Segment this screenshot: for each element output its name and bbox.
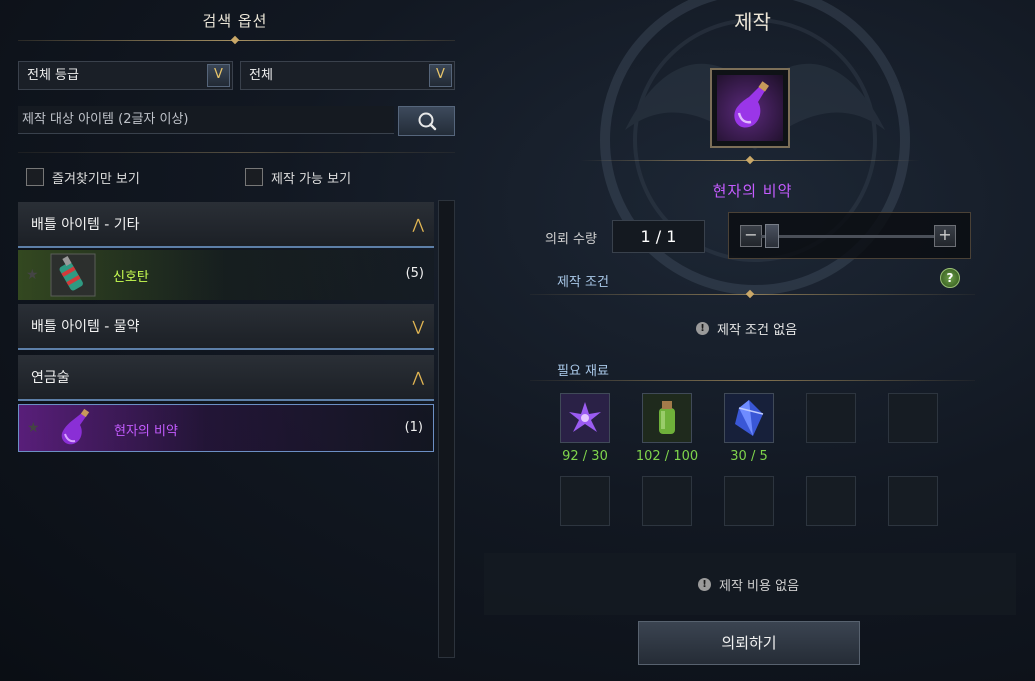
condition-info: ! 제작 조건 없음 — [696, 319, 797, 338]
favorites-only-label: 즐겨찾기만 보기 — [52, 171, 140, 187]
recipe-item-name: 신호탄 — [113, 270, 149, 285]
chevron-up-icon: ⋀ — [412, 370, 424, 386]
material-slot-empty — [806, 476, 856, 526]
chevron-down-icon: ⋁ — [412, 319, 424, 335]
recipe-item-count: (5) — [405, 266, 424, 281]
condition-label: 제작 조건 — [557, 275, 609, 290]
material-slot-empty — [806, 393, 856, 443]
recipe-list-scrollbar[interactable] — [438, 200, 455, 658]
info-icon: ! — [698, 578, 711, 591]
material-slot-empty — [642, 476, 692, 526]
slider-handle[interactable] — [765, 224, 779, 248]
material-slot-empty — [888, 393, 938, 443]
recipe-item-name: 현자의 비약 — [114, 424, 178, 439]
product-name: 현자의 비약 — [712, 182, 793, 200]
info-icon: ! — [696, 322, 709, 335]
cost-text: 제작 비용 없음 — [719, 579, 800, 594]
search-options-title: 검색 옵션 — [202, 12, 268, 30]
purple-flower-icon — [561, 394, 609, 442]
materials-label: 필요 재료 — [557, 364, 609, 379]
craft-panel: 제작 현자의 비약 의뢰 수량 1 / 1 − + 제작 조건 ? ! 제작 조… — [470, 0, 1035, 681]
chevron-down-icon[interactable]: V — [429, 64, 452, 87]
category-label: 연금술 — [31, 370, 70, 386]
chevron-up-icon: ⋀ — [412, 217, 424, 233]
quantity-label: 의뢰 수량 — [545, 232, 597, 247]
recipe-item-signal-flare[interactable]: ★ 신호탄 (5) — [18, 250, 434, 300]
materials-divider — [530, 380, 975, 381]
category-label: 배틀 아이템 - 기타 — [31, 217, 140, 233]
condition-text: 제작 조건 없음 — [717, 323, 798, 338]
blue-crystal-icon — [725, 394, 773, 442]
increase-button[interactable]: + — [934, 225, 956, 247]
divider-ornament — [230, 35, 240, 45]
signal-flare-icon — [50, 253, 96, 297]
purple-potion-icon — [717, 75, 783, 141]
product-icon-frame — [710, 68, 790, 148]
help-icon[interactable]: ? — [940, 268, 960, 288]
craftable-only-checkbox[interactable]: 제작 가능 보기 — [245, 166, 351, 188]
chevron-down-icon[interactable]: V — [207, 64, 230, 87]
category-label: 배틀 아이템 - 물약 — [31, 319, 140, 335]
green-bottle-icon — [643, 394, 691, 442]
filter-divider — [18, 152, 455, 153]
favorite-star-icon[interactable]: ★ — [27, 420, 40, 436]
favorites-only-checkbox[interactable]: 즐겨찾기만 보기 — [26, 166, 140, 188]
decorative-emblem — [600, 0, 910, 295]
cost-panel: ! 제작 비용 없음 — [484, 553, 1016, 615]
quantity-input[interactable]: 1 / 1 — [612, 220, 705, 253]
material-slot[interactable] — [724, 393, 774, 443]
search-button[interactable] — [398, 106, 455, 136]
favorite-star-icon[interactable]: ★ — [26, 267, 39, 283]
material-slot-empty — [724, 476, 774, 526]
material-slot-empty — [560, 476, 610, 526]
search-input[interactable]: 제작 대상 아이템 (2글자 이상) — [18, 106, 394, 134]
material-slot[interactable] — [642, 393, 692, 443]
grade-select[interactable]: 전체 등급 V — [18, 61, 233, 90]
type-select[interactable]: 전체 V — [240, 61, 455, 90]
material-count: 30 / 5 — [730, 449, 768, 464]
category-alchemy[interactable]: 연금술 ⋀ — [18, 355, 434, 401]
material-slot[interactable] — [560, 393, 610, 443]
quantity-slider[interactable]: − + — [728, 212, 971, 259]
purple-potion-icon — [51, 406, 97, 450]
material-count: 92 / 30 — [562, 449, 608, 464]
recipe-item-sage-elixir[interactable]: ★ 현자의 비약 (1) — [18, 404, 434, 452]
type-select-value: 전체 — [249, 68, 273, 83]
cost-info: ! 제작 비용 없음 — [698, 575, 799, 594]
grade-select-value: 전체 등급 — [27, 68, 79, 83]
category-battle-etc[interactable]: 배틀 아이템 - 기타 ⋀ — [18, 202, 434, 248]
craftable-only-label: 제작 가능 보기 — [271, 171, 352, 187]
checkbox-box[interactable] — [26, 168, 44, 186]
slider-track[interactable] — [761, 235, 936, 238]
material-count: 102 / 100 — [635, 449, 699, 464]
recipe-item-count: (1) — [404, 420, 423, 435]
material-slot-empty — [888, 476, 938, 526]
checkbox-box[interactable] — [245, 168, 263, 186]
craft-title: 제작 — [734, 10, 771, 34]
search-icon — [418, 112, 437, 131]
search-panel: 검색 옵션 전체 등급 V 전체 V 제작 대상 아이템 (2글자 이상) 즐겨… — [0, 0, 470, 681]
request-craft-button[interactable]: 의뢰하기 — [638, 621, 860, 665]
category-battle-potion[interactable]: 배틀 아이템 - 물약 ⋁ — [18, 304, 434, 350]
decrease-button[interactable]: − — [740, 225, 762, 247]
